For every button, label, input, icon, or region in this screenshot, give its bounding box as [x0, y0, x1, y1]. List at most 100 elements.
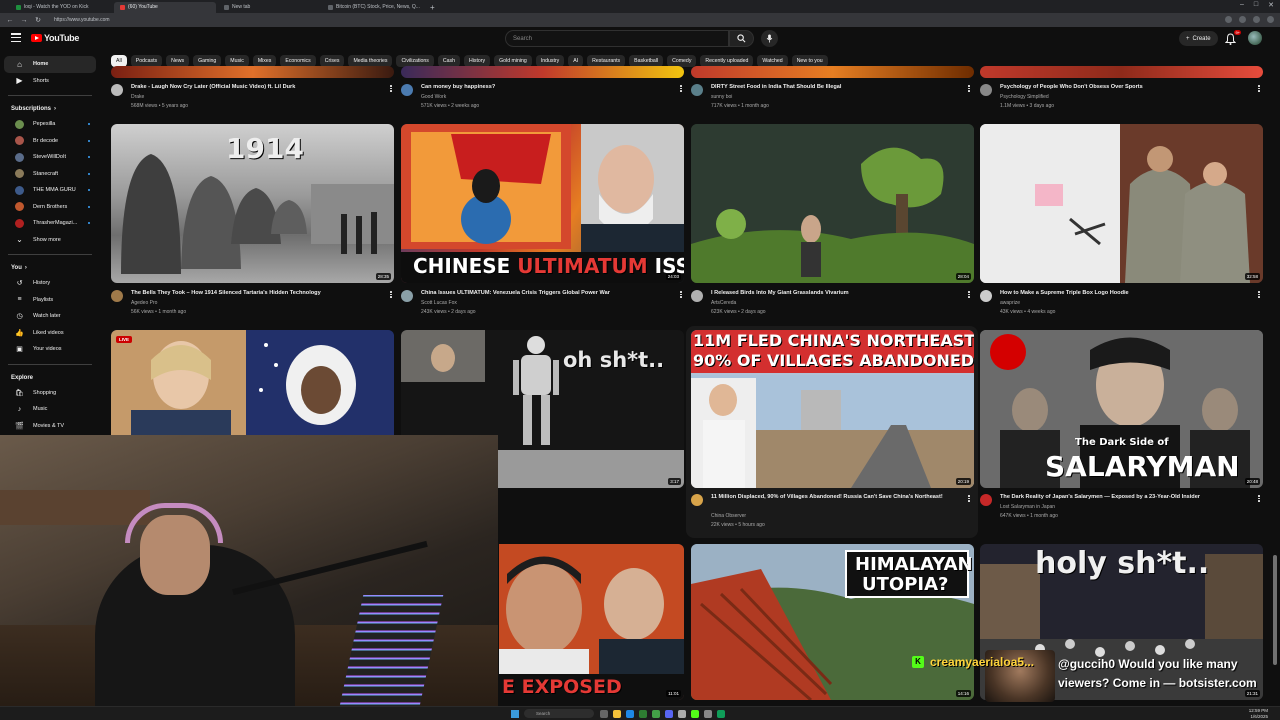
more-options-icon[interactable]: [1258, 495, 1261, 502]
more-options-icon[interactable]: [1258, 85, 1261, 92]
video-title[interactable]: How to Make a Supreme Triple Box Logo Ho…: [1000, 290, 1250, 298]
video-thumbnail[interactable]: CHINESE ULTIMATUM ISSUED 24:03: [401, 124, 684, 283]
subscription-item[interactable]: Br decode: [4, 133, 96, 150]
channel-name[interactable]: Scott Lucas Fox: [421, 300, 457, 306]
channel-avatar[interactable]: [691, 290, 703, 302]
close-icon[interactable]: ✕: [1268, 1, 1274, 9]
video-thumbnail[interactable]: [111, 66, 394, 78]
discord-icon[interactable]: [665, 710, 673, 718]
video-thumbnail[interactable]: [980, 66, 1263, 78]
more-options-icon[interactable]: [1258, 291, 1261, 298]
more-options-icon[interactable]: [680, 291, 683, 298]
steam-icon[interactable]: [678, 710, 686, 718]
account-avatar[interactable]: [1248, 31, 1262, 45]
spotify-icon[interactable]: [652, 710, 660, 718]
url-field[interactable]: https://www.youtube.com: [54, 17, 110, 23]
channel-name[interactable]: Psychology Simplified: [1000, 94, 1049, 100]
video-title[interactable]: I Released Birds Into My Giant Grassland…: [711, 290, 961, 298]
video-title[interactable]: 11 Million Displaced, 90% of Villages Ab…: [711, 494, 961, 502]
video-thumbnail[interactable]: HIMALAYAN UTOPIA? 14:16: [691, 544, 974, 700]
app-icon[interactable]: [704, 710, 712, 718]
profile-icon[interactable]: [1267, 16, 1274, 23]
channel-name[interactable]: sunny boi: [711, 94, 732, 100]
channel-avatar[interactable]: [691, 84, 703, 96]
video-title[interactable]: The Dark Reality of Japan's Salarymen — …: [1000, 494, 1250, 502]
channel-name[interactable]: Lost Salaryman in Japan: [1000, 504, 1055, 510]
new-tab-plus-icon[interactable]: +: [430, 2, 435, 13]
task-view-icon[interactable]: [600, 710, 608, 718]
windows-start-icon[interactable]: [511, 710, 519, 718]
subscriptions-heading[interactable]: Subscriptions ›: [0, 102, 100, 116]
video-thumbnail[interactable]: 11M FLED CHINA'S NORTHEAST 90% OF VILLAG…: [691, 330, 974, 488]
extension-icon[interactable]: [1239, 16, 1246, 23]
subscription-item[interactable]: Dern Brothers: [4, 199, 96, 216]
video-thumbnail[interactable]: 1914 28:35: [111, 124, 394, 283]
video-thumbnail[interactable]: The Dark Side of SALARYMAN 20:48: [980, 330, 1263, 488]
sidebar-item-shorts[interactable]: ▶ Shorts: [4, 73, 96, 90]
page-scrollbar[interactable]: [1273, 555, 1277, 665]
chrome-icon[interactable]: [639, 710, 647, 718]
video-title[interactable]: Drake - Laugh Now Cry Later (Official Mu…: [131, 84, 381, 92]
minimize-icon[interactable]: –: [1240, 1, 1244, 9]
channel-avatar[interactable]: [980, 290, 992, 302]
extension-icon[interactable]: [1253, 16, 1260, 23]
you-heading[interactable]: You ›: [0, 261, 100, 275]
channel-avatar[interactable]: [111, 290, 123, 302]
video-title[interactable]: China Issues ULTIMATUM: Venezuela Crisis…: [421, 290, 671, 298]
browser-tab-new[interactable]: New tab: [218, 2, 320, 13]
sidebar-item-home[interactable]: ⌂ Home: [4, 56, 96, 73]
search-input[interactable]: Search: [505, 30, 729, 47]
subscription-item[interactable]: ThrasherMagazi...: [4, 215, 96, 232]
kick-app-icon[interactable]: [691, 710, 699, 718]
back-arrow-icon[interactable]: ←: [6, 17, 14, 24]
browser-tab-bitcoin[interactable]: Bitcoin (BTC) Stock, Price, News, Q...: [322, 2, 424, 13]
sidebar-item[interactable]: ♪ Music: [4, 401, 96, 418]
more-options-icon[interactable]: [968, 291, 971, 298]
sidebar-item[interactable]: 🛍 Shopping: [4, 385, 96, 402]
video-thumbnail[interactable]: LIVE: [111, 330, 394, 435]
subscription-item[interactable]: THE MMA GURU: [4, 182, 96, 199]
browser-tab-youtube[interactable]: (60) YouTube: [114, 2, 216, 13]
channel-name[interactable]: China Observer: [711, 513, 746, 519]
channel-name[interactable]: ArtsCereda: [711, 300, 736, 306]
channel-avatar[interactable]: [691, 494, 703, 506]
sidebar-item[interactable]: ◷ Watch later: [4, 308, 96, 325]
channel-avatar[interactable]: [401, 290, 413, 302]
file-explorer-icon[interactable]: [613, 710, 621, 718]
app-icon[interactable]: [717, 710, 725, 718]
maximize-icon[interactable]: □: [1254, 1, 1258, 9]
channel-avatar[interactable]: [401, 84, 413, 96]
taskbar-search[interactable]: Search: [524, 709, 594, 718]
video-title[interactable]: The Bells They Took – How 1914 Silenced …: [131, 290, 381, 298]
channel-name[interactable]: Good Work: [421, 94, 446, 100]
hamburger-menu-icon[interactable]: [11, 33, 21, 42]
search-button[interactable]: [729, 30, 754, 47]
youtube-logo[interactable]: YouTube: [31, 33, 79, 43]
subscription-item[interactable]: SteveWillDoIt: [4, 149, 96, 166]
subscription-item[interactable]: Pepesilla: [4, 116, 96, 133]
video-thumbnail[interactable]: 28:04: [691, 124, 974, 283]
video-title[interactable]: Can money buy happiness?: [421, 84, 671, 92]
more-options-icon[interactable]: [390, 291, 393, 298]
channel-avatar[interactable]: [980, 494, 992, 506]
video-thumbnail[interactable]: [401, 66, 684, 78]
video-thumbnail[interactable]: E EXPOSED 11:01: [499, 544, 684, 700]
channel-name[interactable]: awaprize: [1000, 300, 1020, 306]
channel-name[interactable]: Drake: [131, 94, 144, 100]
video-title[interactable]: Psychology of People Who Don't Obsess Ov…: [1000, 84, 1250, 92]
video-thumbnail[interactable]: 32:58: [980, 124, 1263, 283]
video-thumbnail[interactable]: [691, 66, 974, 78]
browser-tab-kick[interactable]: loqi - Watch the YOD on Kick: [10, 2, 112, 13]
more-options-icon[interactable]: [968, 495, 971, 502]
show-more-button[interactable]: ⌄ Show more: [4, 232, 96, 249]
more-options-icon[interactable]: [390, 85, 393, 92]
create-button[interactable]: + Create: [1179, 31, 1218, 46]
edge-icon[interactable]: [626, 710, 634, 718]
sidebar-item[interactable]: ≡ Playlists: [4, 292, 96, 309]
sidebar-item[interactable]: 👍 Liked videos: [4, 325, 96, 342]
sidebar-item[interactable]: ↺ History: [4, 275, 96, 292]
more-options-icon[interactable]: [968, 85, 971, 92]
channel-avatar[interactable]: [980, 84, 992, 96]
taskbar-clock[interactable]: 12:59 PM 1/6/2025: [1249, 708, 1268, 720]
sidebar-item[interactable]: ▣ Your videos: [4, 341, 96, 358]
